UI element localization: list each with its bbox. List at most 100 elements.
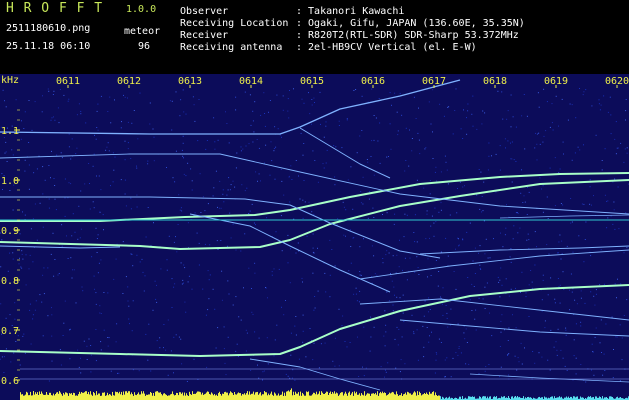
noise-dot	[230, 184, 232, 186]
noise-dot	[615, 336, 617, 338]
noise-dot	[546, 101, 548, 103]
baseline-bar	[191, 394, 192, 400]
noise-dot	[223, 201, 225, 203]
noise-dot	[555, 341, 557, 343]
baseline-bar	[61, 394, 62, 400]
noise-dot	[271, 271, 273, 273]
noise-dot	[520, 342, 522, 344]
noise-dot	[510, 158, 512, 160]
noise-dot	[434, 372, 436, 374]
baseline-bar	[108, 395, 109, 400]
noise-dot	[112, 181, 114, 183]
baseline-bar	[68, 395, 69, 400]
noise-dot	[585, 221, 587, 223]
noise-dot	[138, 370, 140, 372]
baseline-bar	[209, 394, 210, 400]
noise-dot	[240, 146, 242, 148]
noise-dot	[498, 281, 500, 283]
noise-dot	[51, 307, 52, 309]
baseline-bar	[325, 392, 326, 400]
noise-dot	[246, 187, 248, 189]
noise-dot	[569, 103, 571, 105]
baseline-bar	[41, 391, 42, 400]
noise-dot	[21, 120, 22, 122]
noise-dot	[64, 197, 66, 199]
noise-dot	[467, 110, 469, 112]
noise-dot	[560, 349, 562, 351]
noise-dot	[593, 195, 594, 197]
noise-dot	[476, 128, 478, 130]
noise-dot	[358, 301, 360, 303]
noise-dot	[252, 110, 254, 112]
noise-dot	[95, 292, 97, 294]
noise-dot	[75, 153, 77, 155]
noise-dot	[386, 291, 388, 293]
noise-dot	[458, 348, 460, 349]
noise-dot	[155, 298, 157, 300]
noise-dot	[400, 359, 402, 361]
noise-dot	[603, 95, 605, 97]
noise-dot	[404, 257, 406, 259]
noise-dot	[132, 265, 134, 267]
noise-dot	[500, 331, 502, 333]
noise-dot	[264, 113, 265, 114]
noise-dot	[558, 286, 560, 288]
noise-dot	[595, 327, 597, 329]
noise-dot	[616, 147, 618, 149]
noise-dot	[227, 245, 228, 247]
count-value: 96	[138, 41, 151, 52]
noise-dot	[505, 278, 507, 280]
baseline-bar	[146, 394, 147, 400]
noise-dot	[589, 203, 591, 205]
y-tick-label: 0.9	[1, 226, 19, 237]
observer-value: : Takanori Kawachi	[296, 6, 405, 17]
noise-dot	[5, 106, 7, 108]
noise-dot	[206, 366, 208, 368]
baseline-bar	[381, 393, 382, 400]
noise-dot	[325, 291, 327, 293]
noise-dot	[144, 275, 146, 277]
noise-dot	[267, 297, 268, 299]
baseline-bar	[309, 395, 310, 400]
baseline-bar	[347, 395, 348, 400]
noise-dot	[387, 362, 389, 364]
noise-dot	[76, 147, 78, 149]
noise-dot	[484, 112, 486, 114]
noise-dot	[523, 94, 525, 95]
noise-dot	[501, 91, 503, 93]
noise-dot	[253, 131, 255, 133]
baseline-bar	[577, 396, 578, 400]
noise-dot	[489, 257, 491, 259]
noise-dot	[249, 94, 251, 96]
noise-dot	[182, 135, 184, 137]
noise-dot	[548, 253, 550, 255]
y-tick-label: 1.0	[1, 176, 19, 187]
baseline-bar	[56, 392, 57, 400]
noise-dot	[523, 195, 525, 197]
noise-dot	[99, 312, 101, 314]
noise-dot	[179, 209, 181, 211]
noise-dot	[607, 217, 609, 219]
baseline-bar	[160, 392, 161, 400]
noise-dot	[85, 122, 87, 124]
baseline-bar	[128, 391, 129, 400]
noise-dot	[443, 115, 445, 117]
baseline-bar	[28, 395, 29, 400]
noise-dot	[273, 355, 275, 357]
noise-dot	[617, 278, 618, 280]
noise-dot	[368, 198, 370, 200]
noise-dot	[363, 375, 365, 377]
baseline-bar	[255, 392, 256, 400]
baseline-bar	[182, 392, 183, 400]
noise-dot	[263, 370, 265, 372]
noise-dot	[504, 138, 506, 140]
noise-dot	[29, 254, 31, 256]
baseline-bar	[266, 392, 267, 400]
baseline-bar	[417, 391, 418, 400]
noise-dot	[348, 270, 350, 272]
noise-dot	[506, 204, 507, 206]
noise-dot	[92, 165, 94, 167]
baseline-bar	[60, 392, 61, 400]
noise-dot	[386, 250, 388, 252]
noise-dot	[573, 355, 575, 357]
